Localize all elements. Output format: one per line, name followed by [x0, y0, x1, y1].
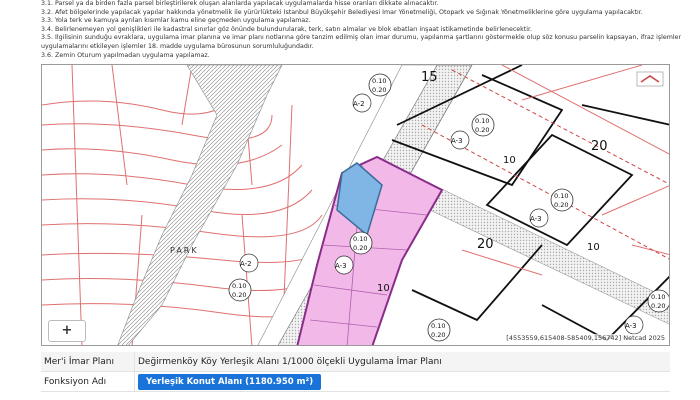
- svg-text:0.10: 0.10: [475, 117, 489, 125]
- table-row: Mer'i İmar Planı Değirmenköy Köy Yerleşi…: [41, 352, 670, 372]
- road-width-label: 10: [377, 283, 390, 294]
- svg-text:0.20: 0.20: [431, 331, 445, 339]
- svg-text:A-3: A-3: [451, 137, 463, 145]
- table-row: Fonksiyon Adı Yerleşik Konut Alanı (1180…: [41, 372, 670, 392]
- note-line: 3.3. Yola terk ve kamuya ayrılan kısımla…: [41, 17, 311, 25]
- note-line: 3.6. Zemin Oturum yapılmadan uygulama ya…: [41, 51, 210, 59]
- svg-text:0.20: 0.20: [651, 302, 665, 310]
- road-width-label: 10: [587, 242, 600, 253]
- svg-text:0.20: 0.20: [475, 126, 489, 134]
- coordinates-readout: [4553559,615408-585409,156742] Netcad 20…: [506, 334, 665, 342]
- plan-info-table: Mer'i İmar Planı Değirmenköy Köy Yerleşi…: [41, 352, 670, 392]
- map-canvas[interactable]: 15 20 20 10 10 10 0.10 0.20 0.10 0.20 0.…: [42, 65, 670, 346]
- svg-text:0.10: 0.10: [554, 192, 568, 200]
- svg-text:A-2: A-2: [353, 100, 365, 108]
- row-value: Değirmenköy Köy Yerleşik Alanı 1/1000 öl…: [134, 352, 670, 371]
- svg-text:0.20: 0.20: [554, 201, 568, 209]
- svg-text:0.10: 0.10: [651, 293, 665, 301]
- road-width-label: 20: [591, 139, 608, 154]
- svg-text:0.20: 0.20: [372, 86, 386, 94]
- svg-text:0.10: 0.10: [353, 235, 367, 243]
- row-label: Fonksiyon Adı: [44, 376, 107, 387]
- park-area: [117, 65, 283, 345]
- plan-map[interactable]: 15 20 20 10 10 10 0.10 0.20 0.10 0.20 0.…: [41, 64, 670, 346]
- note-line: 3.4. Belirlenemeyen yol genişlikleri ile…: [41, 25, 533, 33]
- svg-text:0.20: 0.20: [232, 291, 246, 299]
- svg-text:A-3: A-3: [530, 215, 542, 223]
- plan-notes: 3.1. Parsel ya da birden fazla parsel bi…: [41, 0, 681, 62]
- svg-text:0.10: 0.10: [232, 282, 246, 290]
- svg-text:A-3: A-3: [625, 322, 637, 330]
- note-line: 3.5. İlgilisinin sunduğu evraklara, uygu…: [41, 34, 681, 42]
- row-label: Mer'i İmar Planı: [44, 356, 114, 367]
- road-width-label: 20: [477, 237, 494, 252]
- function-button[interactable]: Yerleşik Konut Alanı (1180.950 m²): [138, 373, 322, 390]
- svg-text:A-2: A-2: [240, 260, 252, 268]
- note-line: uygulamalarını etkileyen işlemler 18. ma…: [41, 42, 314, 50]
- note-line: 3.1. Parsel ya da birden fazla parsel bi…: [41, 0, 439, 7]
- svg-text:0.20: 0.20: [353, 244, 367, 252]
- svg-text:0.10: 0.10: [372, 77, 386, 85]
- layers-icon[interactable]: [636, 71, 664, 87]
- road-width-label: 10: [503, 155, 516, 166]
- note-line: 3.2. Afet bölgelerinde yapılacak yapılar…: [41, 8, 643, 16]
- zoom-in-button[interactable]: +: [48, 320, 86, 342]
- road-width-label: 15: [421, 70, 438, 85]
- row-value-cell: Yerleşik Konut Alanı (1180.950 m²): [134, 372, 670, 391]
- svg-text:A-3: A-3: [335, 262, 347, 270]
- park-label: PARK: [170, 246, 199, 255]
- svg-text:0.10: 0.10: [431, 322, 445, 330]
